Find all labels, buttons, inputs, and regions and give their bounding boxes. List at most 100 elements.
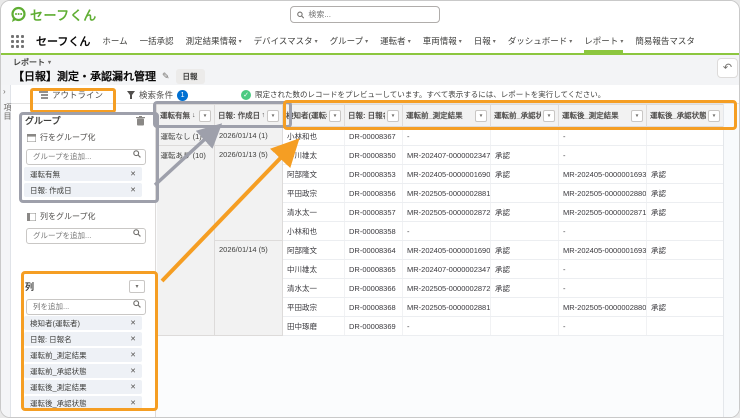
remove-icon[interactable]: ✕	[130, 351, 136, 359]
filters-count-badge: 1	[177, 89, 189, 101]
field-pill-label: 運転後_測定結果	[30, 382, 87, 392]
remove-icon[interactable]: ✕	[130, 335, 136, 343]
table-cell: -	[558, 278, 647, 298]
nav-item-label: 車両情報	[422, 36, 457, 46]
group-cell: 運転あり (10)	[156, 145, 215, 336]
column-header[interactable]: 日報: 作成日 ↑ ▾	[214, 104, 283, 127]
nav-item-ダッシュボード[interactable]: ダッシュボード ▾	[508, 29, 573, 53]
table-cell: DR-00008364	[344, 240, 403, 260]
trash-icon[interactable]	[136, 115, 145, 126]
field-pill-label: 検知者(運転者)	[30, 318, 80, 328]
columns-menu-button[interactable]: ▾	[129, 280, 145, 293]
row-group-pills: 運転有無 ✕ 日報: 作成日 ✕	[24, 167, 142, 197]
table-row: 2026/01/14 (5) 阿部隆文 DR-00008364 MR-202405-0…	[157, 240, 724, 336]
chevron-down-icon: ▾	[407, 38, 411, 45]
field-pill[interactable]: 日報: 作成日 ✕	[24, 183, 142, 197]
chevron-down-icon: ▾	[48, 60, 52, 66]
column-header[interactable]: 運転後_承認状態 ▾	[646, 104, 724, 127]
table-cell: 平田政宗	[282, 183, 345, 203]
column-header[interactable]: 運転後_測定結果 ▾	[558, 104, 647, 127]
nav-item-運転者[interactable]: 運転者 ▾	[380, 29, 411, 53]
row-group-label: 行をグループ化	[27, 132, 96, 143]
edit-icon[interactable]: ✎	[162, 71, 170, 82]
app-logo[interactable]: セーフくん	[10, 5, 97, 24]
speech-bubble-logo-icon	[11, 6, 26, 22]
field-pill[interactable]: 運転後_承認状態 ✕	[24, 396, 142, 410]
remove-icon[interactable]: ✕	[130, 319, 136, 327]
add-column-input[interactable]	[26, 298, 146, 315]
column-header[interactable]: 日報: 日報名▾	[344, 104, 403, 127]
column-header-content: 運転後_承認状態 ▾	[650, 109, 720, 122]
column-header[interactable]: 検知者(運転者)▾	[282, 104, 345, 127]
field-pill[interactable]: 運転後_測定結果 ✕	[24, 380, 142, 394]
remove-icon[interactable]: ✕	[130, 186, 136, 194]
sort-desc-icon: ↓	[192, 112, 196, 119]
app-launcher-waffle-icon[interactable]	[11, 34, 24, 48]
column-menu-button[interactable]: ▾	[329, 109, 341, 122]
table-cell: -	[558, 316, 647, 336]
column-header-label: 運転前_承認状態	[494, 111, 541, 120]
nav-item-ホーム[interactable]: ホーム	[102, 29, 127, 53]
nav-item-label: 測定結果情報	[185, 36, 237, 46]
table-cell	[646, 316, 724, 336]
field-pill[interactable]: 運転前_測定結果 ✕	[24, 348, 142, 362]
remove-icon[interactable]: ✕	[130, 367, 136, 375]
field-pill-label: 日報: 日報名	[30, 334, 72, 344]
remove-icon[interactable]: ✕	[130, 399, 136, 407]
tab-outline[interactable]: アウトライン	[39, 89, 103, 101]
column-header-label: 日報: 日報名	[348, 111, 385, 120]
column-menu-button[interactable]: ▾	[199, 109, 211, 122]
table-cell: 承認	[646, 202, 724, 222]
table-cell: DR-00008368	[344, 297, 403, 317]
add-col-group-input[interactable]	[26, 227, 146, 244]
field-pill[interactable]: 運転前_承認状態 ✕	[24, 364, 142, 378]
column-menu-button[interactable]: ▾	[267, 109, 279, 122]
table-cell: 承認	[646, 297, 724, 317]
nav-item-グループ[interactable]: グループ ▾	[330, 29, 369, 53]
column-menu-button[interactable]: ▾	[387, 109, 399, 122]
tab-filters[interactable]: 検索条件 1	[127, 89, 189, 101]
filter-icon	[127, 91, 135, 99]
add-row-group-input[interactable]	[26, 148, 146, 165]
table-cell: 承認	[490, 145, 559, 165]
table-cell: MR-202405-0000001690	[402, 240, 491, 260]
column-header-content: 検知者(運転者)▾	[286, 109, 341, 122]
nav-item-測定結果情報[interactable]: 測定結果情報 ▾	[186, 29, 242, 53]
report-header-band: レポート ▾ 【日報】測定・承認漏れ管理 ✎ 日報	[1, 55, 739, 85]
vertical-scrollbar[interactable]	[723, 104, 739, 417]
nav-item-簡易報告マスタ[interactable]: 簡易報告マスタ	[635, 29, 695, 53]
column-header[interactable]: 運転前_承認状態▾	[490, 104, 559, 127]
builder-toolbar: アウトライン 検索条件 1 ✓ 限定された数のレコードをプレビューしています。す…	[1, 85, 739, 104]
column-menu-button[interactable]: ▾	[475, 109, 487, 122]
nav-item-一括承認[interactable]: 一括承認	[140, 29, 174, 53]
column-menu-button[interactable]: ▾	[631, 109, 643, 122]
chevron-down-icon: ▾	[314, 38, 318, 45]
nav-item-車両情報[interactable]: 車両情報 ▾	[423, 29, 462, 53]
breadcrumb[interactable]: レポート ▾	[13, 57, 51, 68]
table-cell: DR-00008366	[344, 278, 403, 298]
remove-icon[interactable]: ✕	[130, 383, 136, 391]
table-cell: 阿部隆文	[282, 240, 345, 260]
field-pill[interactable]: 日報: 日報名 ✕	[24, 332, 142, 346]
global-search[interactable]	[290, 6, 440, 23]
column-header[interactable]: 運転有無 ↓ ▾	[156, 104, 215, 127]
remove-icon[interactable]: ✕	[130, 170, 136, 178]
column-header[interactable]: 運転前_測定結果 ▾	[402, 104, 491, 127]
nav-item-デバイスマスタ[interactable]: デバイスマスタ ▾	[254, 29, 318, 53]
global-header: セーフくん	[1, 1, 739, 29]
field-pill-label: 日報: 作成日	[30, 185, 72, 195]
column-header-label: 運転後_承認状態	[650, 111, 706, 120]
nav-item-日報[interactable]: 日報 ▾	[474, 29, 496, 53]
table-cell: -	[558, 259, 647, 279]
column-menu-button[interactable]: ▾	[708, 109, 720, 122]
field-pill[interactable]: 運転有無 ✕	[24, 167, 142, 181]
column-menu-button[interactable]: ▾	[543, 109, 555, 122]
search-input[interactable]	[308, 10, 433, 19]
collapse-chevron-icon[interactable]: ›	[3, 87, 6, 96]
nav-item-レポート[interactable]: レポート ▾	[584, 29, 624, 53]
group-cell: 2026/01/13 (5)	[214, 145, 283, 241]
column-header-content: 日報: 日報名▾	[348, 109, 399, 122]
field-pill[interactable]: 検知者(運転者) ✕	[24, 316, 142, 330]
undo-button[interactable]: ↶	[717, 58, 738, 78]
undo-icon: ↶	[722, 62, 733, 74]
